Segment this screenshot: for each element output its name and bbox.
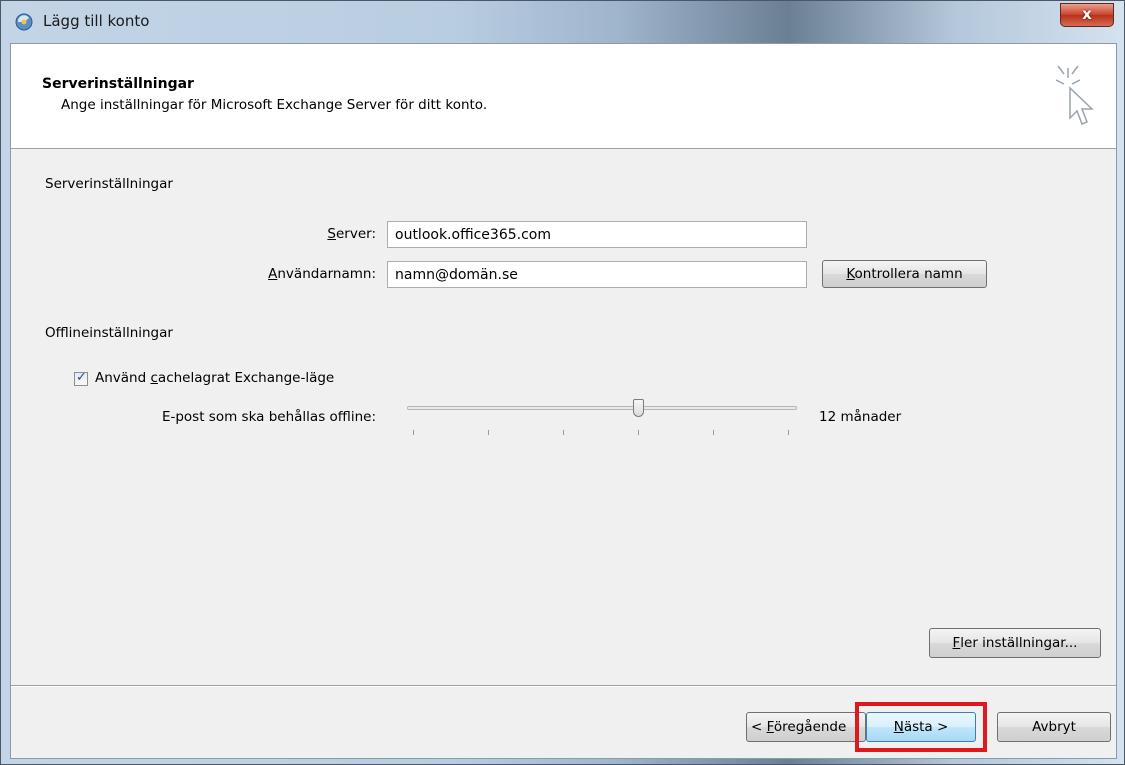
outlook-app-icon — [15, 13, 33, 31]
back-text: öregående — [773, 719, 847, 735]
title-bar[interactable]: Lägg till konto x — [1, 1, 1124, 43]
dialog-client-area: Serverinställningar Ange inställningar f… — [10, 43, 1117, 759]
server-label-hotkey: S — [327, 226, 336, 242]
cached-mode-prefix: Använd — [95, 370, 151, 386]
offline-mail-slider-thumb[interactable] — [633, 399, 644, 417]
back-prefix: < — [751, 719, 767, 735]
server-label: Server: — [251, 226, 376, 242]
offline-mail-value: 12 månader — [819, 409, 902, 425]
cached-mode-hotkey: c — [150, 370, 158, 386]
server-section-label: Serverinställningar — [45, 176, 173, 192]
cached-mode-label: Använd cachelagrat Exchange-läge — [95, 370, 334, 386]
cursor-sparkle-icon — [1055, 65, 1094, 125]
cancel-button[interactable]: Avbryt — [997, 712, 1111, 742]
add-account-window: Lägg till konto x Serverinställningar An… — [0, 0, 1125, 765]
window-title: Lägg till konto — [43, 12, 150, 30]
slider-tick — [638, 430, 639, 435]
check-name-hotkey: K — [846, 266, 855, 282]
close-icon: x — [1082, 5, 1092, 23]
check-name-button[interactable]: Kontrollera namn — [822, 260, 987, 288]
footer-divider — [11, 685, 1116, 687]
cached-mode-checkbox[interactable]: ✓ — [74, 370, 88, 386]
username-input[interactable] — [387, 261, 807, 288]
page-subtitle: Ange inställningar för Microsoft Exchang… — [61, 97, 488, 113]
cached-mode-text: achelagrat Exchange-läge — [157, 370, 335, 386]
page-title: Serverinställningar — [42, 76, 194, 92]
check-name-text: ontrollera namn — [854, 266, 963, 282]
checkmark-icon: ✓ — [76, 370, 87, 385]
slider-tick — [413, 430, 414, 435]
server-label-text: erver: — [335, 226, 376, 242]
close-button[interactable]: x — [1060, 3, 1114, 27]
offline-mail-slider[interactable] — [407, 406, 797, 410]
more-settings-button[interactable]: Fler inställningar... — [929, 628, 1101, 658]
offline-mail-label: E-post som ska behållas offline: — [161, 409, 376, 425]
offline-section-label: Offlineinställningar — [45, 325, 173, 341]
slider-tick — [788, 430, 789, 435]
more-settings-text: ler inställningar... — [960, 635, 1078, 651]
server-input[interactable] — [387, 221, 807, 248]
wizard-header: Serverinställningar Ange inställningar f… — [11, 44, 1116, 149]
username-label: Användarnamn: — [201, 266, 376, 282]
back-button[interactable]: < Föregående — [746, 712, 866, 742]
back-hotkey: F — [766, 719, 774, 735]
slider-tick — [563, 430, 564, 435]
slider-tick — [713, 430, 714, 435]
slider-tick — [488, 430, 489, 435]
username-label-text: nvändarnamn: — [277, 266, 376, 282]
next-button-highlight — [855, 702, 987, 752]
username-label-hotkey: A — [268, 266, 278, 282]
